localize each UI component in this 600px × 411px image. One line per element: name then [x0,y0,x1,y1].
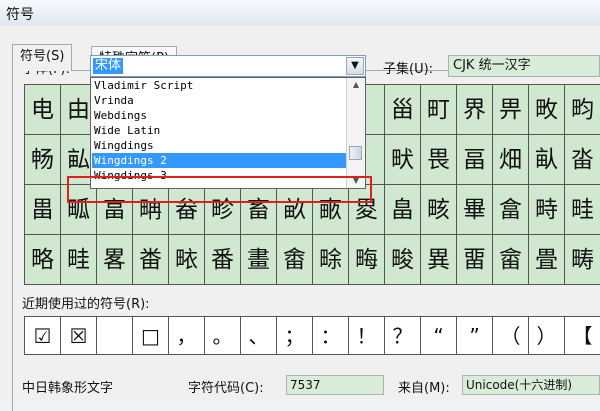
symbol-cell[interactable]: 略 [25,235,61,285]
symbol-cell[interactable]: 畲 [493,235,529,285]
subset-select[interactable]: CJK 统一汉字 [448,55,600,77]
symbol-cell[interactable]: 畩 [169,235,205,285]
symbol-cell[interactable]: 畓 [565,135,600,185]
symbol-cell[interactable]: 畇 [565,85,600,135]
symbol-cell[interactable]: 畬 [277,235,313,285]
symbol-cell[interactable]: 畫 [241,235,277,285]
recent-symbol-cell[interactable]: 【 [565,317,600,355]
symbol-cell[interactable]: 畦 [61,235,97,285]
tab-symbols[interactable]: 符号(S) [12,44,73,71]
character-name: 中日韩象形文字 [22,381,114,396]
symbol-cell[interactable]: 畮 [349,235,385,285]
symbol-cell[interactable]: 畨 [133,235,169,285]
recent-symbols-row: ☑ ☒ □，。、；：！？ “” （）【 [24,316,600,355]
symbol-cell[interactable]: 畅 [25,135,61,185]
symbol-cell[interactable]: 畏 [421,135,457,185]
recent-symbol-cell[interactable]: （ [493,317,529,355]
recent-symbol-cell[interactable]: 。 [205,317,241,355]
symbol-cell[interactable]: 畴 [565,235,600,285]
symbol-cell[interactable]: 畢 [457,185,493,235]
symbol-cell[interactable]: 畋 [529,85,565,135]
recent-symbol-cell[interactable]: ： [313,317,349,355]
symbol-cell[interactable]: 电 [25,85,61,135]
recent-symbols-label: 近期使用过的符号(R): [22,297,150,312]
symbol-cell[interactable]: 畦 [565,185,600,235]
symbol-cell[interactable]: 畡 [421,185,457,235]
symbol-cell[interactable]: 畧 [97,235,133,285]
subset-label: 子集(U): [383,62,434,77]
symbol-cell[interactable]: 町 [421,85,457,135]
dropdown-scrollbar[interactable]: ▲ ▼ [346,78,365,188]
symbol-cell[interactable]: 畑 [493,135,529,185]
font-selected-value: 宋体 [93,58,124,74]
font-select[interactable]: 宋体 ▼ [90,55,366,77]
symbol-cell[interactable]: 畠 [385,185,421,235]
symbol-cell[interactable]: 畯 [385,235,421,285]
symbol-cell[interactable]: 畳 [529,235,565,285]
font-dropdown-list[interactable]: Vladimir Script Vrinda Webdings Wide Lat… [90,77,366,189]
symbol-cell[interactable]: 畎 [385,135,421,185]
chevron-down-icon[interactable]: ▼ [346,57,364,75]
symbol-cell[interactable]: 畤 [529,185,565,235]
recent-symbol-cell[interactable]: ？ [385,317,421,355]
recent-symbol-cell[interactable]: □ [133,317,169,355]
font-option[interactable]: Webdings [92,108,349,123]
font-option[interactable]: Vladimir Script [92,78,349,93]
recent-symbol-cell[interactable]: “ [421,317,457,355]
scrollbar-thumb[interactable] [349,146,362,160]
symbol-cell[interactable]: 畱 [457,235,493,285]
from-select[interactable]: Unicode(十六进制) [462,375,600,395]
symbol-cell[interactable]: 番 [205,235,241,285]
recent-symbol-cell[interactable]: ” [457,317,493,355]
symbol-cell[interactable]: 界 [457,85,493,135]
font-option[interactable]: Wingdings [92,138,349,153]
title-bar: 符号 [0,0,600,27]
highlight-annotation-box [67,176,372,203]
from-label: 来自(M): [398,381,450,396]
recent-symbol-cell[interactable]: ！ [349,317,385,355]
symbol-cell[interactable]: 畒 [529,135,565,185]
recent-symbol-cell[interactable]: ☒ [61,317,97,355]
font-option-selected[interactable]: Wingdings 2 [92,153,349,168]
symbol-cell[interactable]: 畐 [457,135,493,185]
symbol-cell[interactable]: 畭 [313,235,349,285]
recent-symbol-cell[interactable]: ） [529,317,565,355]
symbol-cell[interactable]: 畕 [25,185,61,235]
recent-symbol-cell[interactable]: ， [169,317,205,355]
recent-symbol-cell[interactable]: ； [277,317,313,355]
font-option[interactable]: Vrinda [92,93,349,108]
window-title: 符号 [6,7,34,23]
symbol-cell[interactable]: 甾 [385,85,421,135]
char-code-label: 字符代码(C): [188,381,264,396]
char-code-input[interactable]: 7537 [286,375,384,395]
recent-symbol-cell[interactable]: ☑ [25,317,61,355]
recent-symbol-cell[interactable]: 、 [241,317,277,355]
symbol-cell[interactable]: 畀 [493,85,529,135]
symbol-cell[interactable]: 畣 [493,185,529,235]
scroll-up-icon[interactable]: ▲ [347,78,365,92]
recent-symbol-cell[interactable] [97,317,133,355]
symbol-cell[interactable]: 異 [421,235,457,285]
font-option[interactable]: Wide Latin [92,123,349,138]
